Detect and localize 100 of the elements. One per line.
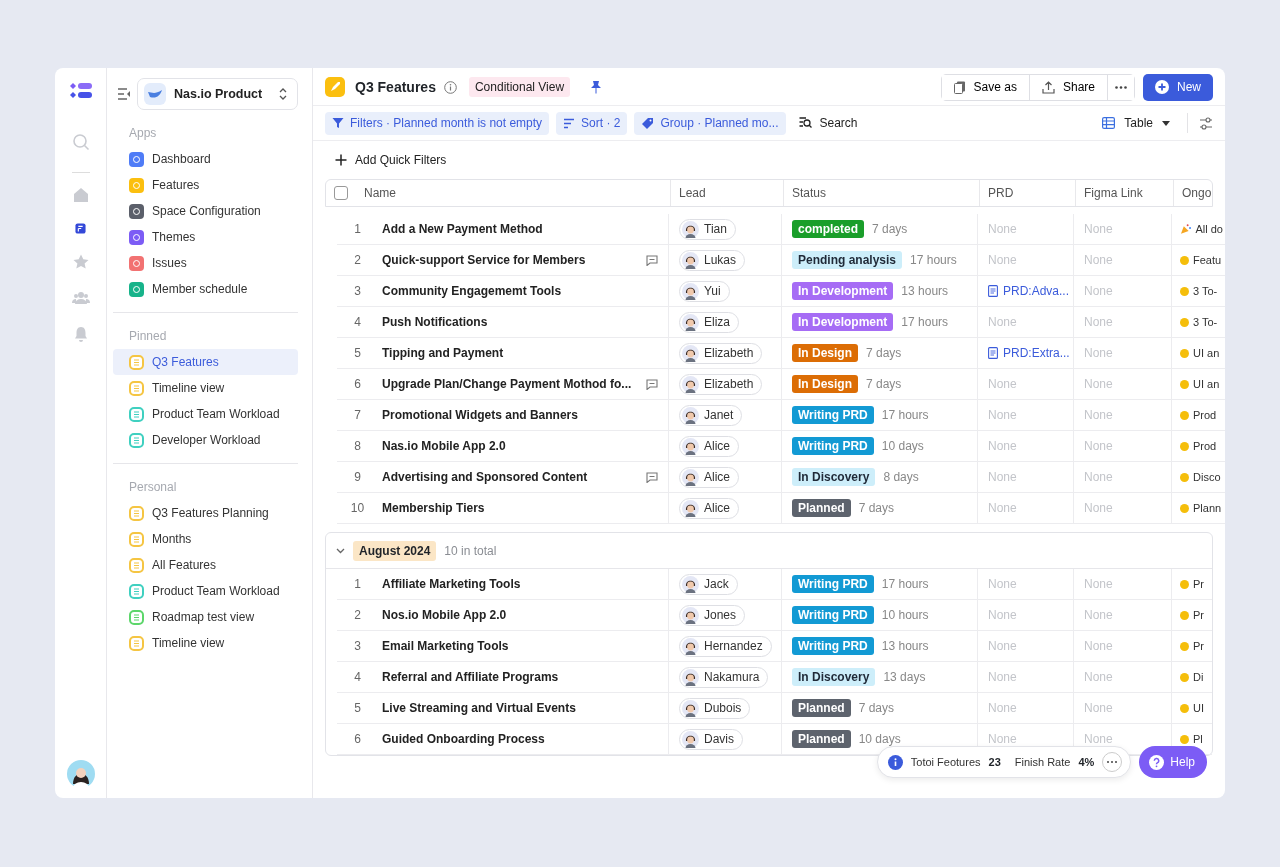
pin-icon[interactable] <box>590 80 603 94</box>
feature-name[interactable]: Community Engagememt Tools <box>382 284 562 298</box>
sidebar-item[interactable]: Timeline view <box>113 375 298 401</box>
feature-name[interactable]: Affiliate Marketing Tools <box>382 577 521 591</box>
row-number: 3 <box>353 283 362 300</box>
column-header[interactable]: PRD <box>979 180 1075 206</box>
status-duration: 10 days <box>858 732 901 746</box>
feature-name[interactable]: Add a New Payment Method <box>382 222 543 236</box>
status-duration: 8 days <box>883 470 919 484</box>
feature-name[interactable]: Nos.io Mobile App 2.0 <box>382 608 507 622</box>
sidebar-item[interactable]: Q3 Features Planning <box>113 500 298 526</box>
sidebar-item[interactable]: Product Team Workload <box>113 401 298 427</box>
sidebar-item[interactable]: Roadmap test view <box>113 604 298 630</box>
avatar-icon <box>682 699 699 717</box>
sidebar-item[interactable]: Space Configuration <box>113 198 298 224</box>
group-chip[interactable]: Group · Planned mo... <box>634 111 786 135</box>
search-icon <box>798 117 812 129</box>
status-tag[interactable]: Planned <box>792 499 851 517</box>
comment-icon[interactable] <box>646 378 658 390</box>
help-button[interactable]: Help <box>1139 746 1207 778</box>
feature-name[interactable]: Email Marketing Tools <box>382 639 509 653</box>
filter-chip[interactable]: Filters · Planned month is not empty <box>325 111 550 135</box>
view-switcher[interactable]: Table <box>1096 116 1176 130</box>
empty-value: None <box>1084 732 1113 746</box>
chevron-icon[interactable] <box>336 547 345 554</box>
sidebar-item[interactable]: All Features <box>113 552 298 578</box>
document-icon <box>988 285 998 297</box>
comment-icon[interactable] <box>646 254 658 266</box>
status-tag[interactable]: In Discovery <box>792 668 876 686</box>
sidebar-item[interactable]: Member schedule <box>113 276 298 302</box>
feature-name[interactable]: Membership Tiers <box>382 501 485 515</box>
prd-link[interactable]: PRD:Extra... <box>988 346 1070 360</box>
empty-value: None <box>988 253 1017 267</box>
status-tag[interactable]: Pending analysis <box>792 251 903 269</box>
settings-icon[interactable] <box>1199 116 1213 130</box>
view-badge: Conditional View <box>468 77 571 97</box>
feature-name[interactable]: Live Streaming and Virtual Events <box>382 701 576 715</box>
sidebar-item[interactable]: Dashboard <box>113 146 298 172</box>
empty-value: None <box>1084 577 1113 591</box>
row-number: 5 <box>353 700 362 717</box>
empty-value: None <box>1084 346 1113 360</box>
column-header[interactable]: Figma Link <box>1075 180 1173 206</box>
user-avatar[interactable] <box>66 760 95 788</box>
empty-value: None <box>1084 315 1113 329</box>
collapse-sidebar-icon[interactable] <box>117 88 131 100</box>
row-number: 1 <box>353 221 362 238</box>
star-icon[interactable] <box>71 253 90 271</box>
status-tag[interactable]: Planned <box>792 699 851 717</box>
status-tag[interactable]: completed <box>792 220 864 238</box>
column-header[interactable]: Status <box>783 180 979 206</box>
new-button[interactable]: New <box>1143 73 1213 101</box>
sidebar-item[interactable]: Timeline view <box>113 630 298 656</box>
feature-name[interactable]: Tipping and Payment <box>382 346 504 360</box>
column-header[interactable]: Lead <box>670 180 783 206</box>
column-header[interactable]: Name <box>356 180 670 206</box>
feature-name[interactable]: Guided Onboarding Process <box>382 732 545 746</box>
empty-value: None <box>988 439 1017 453</box>
row-number: 4 <box>353 669 362 686</box>
sidebar-item[interactable]: Developer Workload <box>113 427 298 453</box>
sidebar-item[interactable]: Features <box>113 172 298 198</box>
feature-name[interactable]: Upgrade Plan/Change Payment Mothod fo... <box>382 377 632 391</box>
avatar-icon <box>682 575 699 593</box>
ongoing-text: Pr <box>1193 578 1204 590</box>
feature-name[interactable]: Quick-support Service for Members <box>382 253 586 267</box>
comment-icon[interactable] <box>646 471 658 483</box>
logo-icon <box>68 82 93 100</box>
save-as-button[interactable]: Save as <box>941 74 1030 100</box>
sidebar-item[interactable]: Themes <box>113 224 298 250</box>
feature-name[interactable]: Promotional Widgets and Banners <box>382 408 578 422</box>
sidebar-item[interactable]: Product Team Workload <box>113 578 298 604</box>
empty-value: None <box>988 639 1017 653</box>
prd-link[interactable]: PRD:Adva... <box>988 284 1070 298</box>
info-icon[interactable] <box>443 80 457 94</box>
select-all-checkbox[interactable] <box>334 186 348 200</box>
search-button[interactable]: Search <box>792 116 864 130</box>
sort-icon <box>563 117 576 129</box>
help-icon <box>1149 754 1165 770</box>
feature-name[interactable]: Nas.io Mobile App 2.0 <box>382 439 506 453</box>
workspace-selector[interactable]: Nas.io Product <box>137 78 298 110</box>
column-header[interactable]: Ongo <box>1173 180 1212 206</box>
sidebar-item[interactable]: Issues <box>113 250 298 276</box>
status-duration: 17 hours <box>901 315 949 329</box>
ongoing-text: 3 To- <box>1193 285 1218 297</box>
feature-name[interactable]: Push Notifications <box>382 315 488 329</box>
empty-value: None <box>988 701 1017 715</box>
sidebar-item[interactable]: Q3 Features <box>113 349 298 375</box>
sidebar-item[interactable]: Months <box>113 526 298 552</box>
status-tag[interactable]: In Discovery <box>792 468 876 486</box>
feature-name[interactable]: Referral and Affiliate Programs <box>382 670 559 684</box>
more-button[interactable] <box>1102 752 1123 772</box>
row-number: 9 <box>353 469 362 486</box>
status-tag[interactable]: Planned <box>792 730 851 748</box>
row-number: 1 <box>353 576 362 593</box>
ongoing-text: UI an <box>1193 347 1220 359</box>
add-quick-filters-button[interactable]: Add Quick Filters <box>325 141 457 179</box>
sort-chip[interactable]: Sort · 2 <box>556 111 628 135</box>
empty-value: None <box>988 670 1017 684</box>
feature-name[interactable]: Advertising and Sponsored Content <box>382 470 588 484</box>
app-icon[interactable] <box>74 222 87 235</box>
status-duration: 10 days <box>881 439 924 453</box>
